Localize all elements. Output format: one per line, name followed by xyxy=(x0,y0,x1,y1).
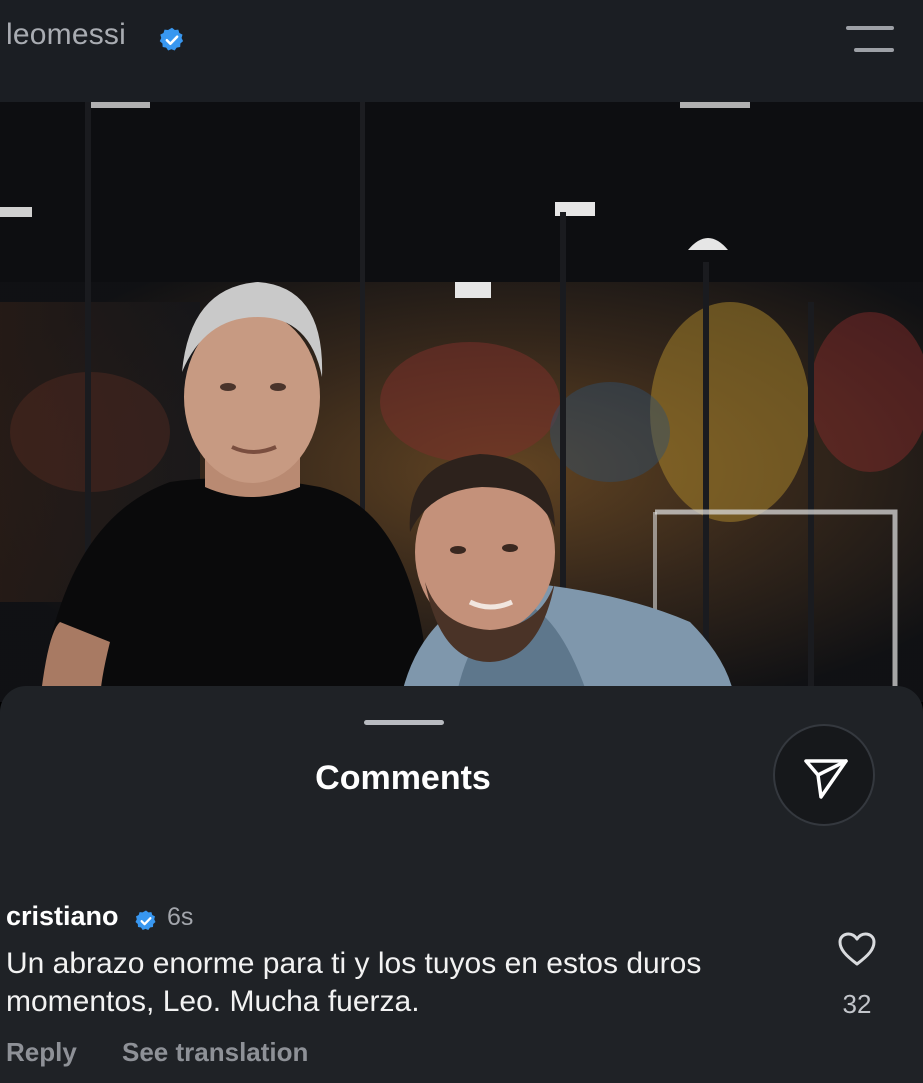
hamburger-menu-icon[interactable] xyxy=(846,24,896,54)
verified-badge-icon xyxy=(135,910,156,930)
share-button[interactable] xyxy=(773,724,875,826)
photo-illustration xyxy=(0,102,923,702)
see-translation-button[interactable]: See translation xyxy=(122,1037,308,1068)
post-image[interactable] xyxy=(0,102,923,702)
comment-timestamp: 6s xyxy=(167,903,194,931)
reply-button[interactable]: Reply xyxy=(6,1037,77,1068)
comments-title: Comments xyxy=(315,759,491,797)
comment-text: Un abrazo enorme para ti y los tuyos en … xyxy=(6,947,702,1018)
profile-username[interactable]: leomessi xyxy=(6,18,126,52)
heart-outline-icon[interactable] xyxy=(837,931,877,967)
sheet-drag-handle[interactable] xyxy=(364,720,444,725)
verified-badge-icon xyxy=(159,27,184,51)
comments-sheet: Comments cristiano 6s Un abrazo enorme p… xyxy=(0,686,923,1083)
like-count: 32 xyxy=(842,989,872,1019)
profile-header: leomessi xyxy=(0,0,923,102)
comment-username[interactable]: cristiano xyxy=(6,901,119,932)
paper-plane-icon xyxy=(804,759,848,799)
